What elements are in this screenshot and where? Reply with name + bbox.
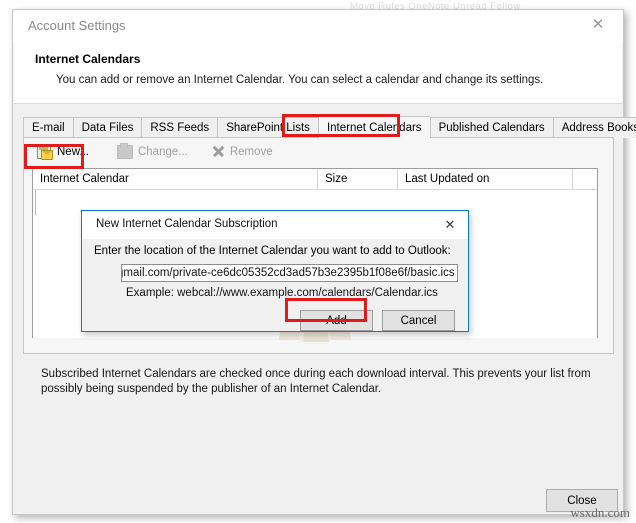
change-button: Change... (111, 142, 194, 161)
example-url-label: Example: webcal://www.example.com/calend… (126, 287, 438, 299)
remove-button-label: Remove (229, 145, 273, 158)
change-icon (116, 142, 133, 159)
account-settings-window: Account Settings ✕ Internet Calendars Yo… (12, 9, 636, 515)
page-description: You can add or remove an Internet Calend… (56, 74, 544, 86)
tabstrip: E-mail Data Files RSS Feeds SharePoint L… (23, 116, 636, 138)
close-icon[interactable]: ✕ (577, 10, 619, 38)
close-icon[interactable]: ✕ (438, 215, 462, 235)
tab-label: Internet Calendars (326, 121, 422, 134)
subscription-note: Subscribed Internet Calendars are checke… (41, 368, 591, 395)
cancel-button-label: Cancel (400, 314, 437, 327)
tab-label: RSS Feeds (150, 122, 210, 134)
list-header-row: Internet Calendar Size Last Updated on (33, 169, 597, 190)
new-calendar-icon (37, 144, 53, 160)
site-watermark: wsxdn.com (570, 505, 630, 520)
remove-x-icon (212, 145, 225, 158)
tab-label: Address Books (561, 122, 636, 134)
tab-published-calendars[interactable]: Published Calendars (429, 117, 553, 138)
window-titlebar: Account Settings ✕ (13, 10, 623, 42)
tab-sharepoint-lists[interactable]: SharePoint Lists (217, 117, 318, 138)
column-header-last-updated-on[interactable]: Last Updated on (398, 169, 573, 189)
dialog-prompt-label: Enter the location of the Internet Calen… (94, 245, 451, 257)
tab-rss-feeds[interactable]: RSS Feeds (141, 117, 218, 138)
dialog-title: New Internet Calendar Subscription (96, 218, 278, 230)
new-internet-calendar-subscription-dialog: New Internet Calendar Subscription ✕ Ent… (81, 210, 469, 332)
tab-label: E-mail (32, 122, 65, 134)
add-button[interactable]: Add (300, 310, 373, 331)
page-title: Internet Calendars (35, 52, 141, 66)
list-caret (35, 190, 36, 215)
new-button-label: New... (57, 145, 89, 158)
window-header: Internet Calendars You can add or remove… (14, 42, 622, 104)
window-title: Account Settings (28, 18, 126, 33)
dialog-titlebar: New Internet Calendar Subscription ✕ (82, 211, 468, 239)
new-button[interactable]: New... (31, 143, 95, 161)
column-header-spacer (573, 169, 597, 189)
tab-address-books[interactable]: Address Books (552, 117, 636, 138)
tab-internet-calendars[interactable]: Internet Calendars (317, 116, 430, 138)
add-button-label: Add (326, 314, 347, 327)
column-header-size[interactable]: Size (318, 169, 398, 189)
tab-label: Data Files (81, 122, 134, 134)
calendar-toolbar: New... Change... Remove (24, 138, 613, 165)
remove-button: Remove (206, 143, 279, 160)
tab-data-files[interactable]: Data Files (72, 117, 142, 138)
column-header-internet-calendar[interactable]: Internet Calendar (33, 169, 318, 189)
tab-label: SharePoint Lists (226, 122, 310, 134)
dialog-body: Enter the location of the Internet Calen… (82, 239, 468, 332)
calendar-url-input[interactable]: %40gmail.com/private-ce6dc05352cd3ad57b3… (121, 264, 458, 282)
cancel-button[interactable]: Cancel (382, 310, 455, 331)
tab-email[interactable]: E-mail (23, 117, 73, 138)
change-button-label: Change... (137, 145, 188, 158)
tab-label: Published Calendars (438, 122, 545, 134)
